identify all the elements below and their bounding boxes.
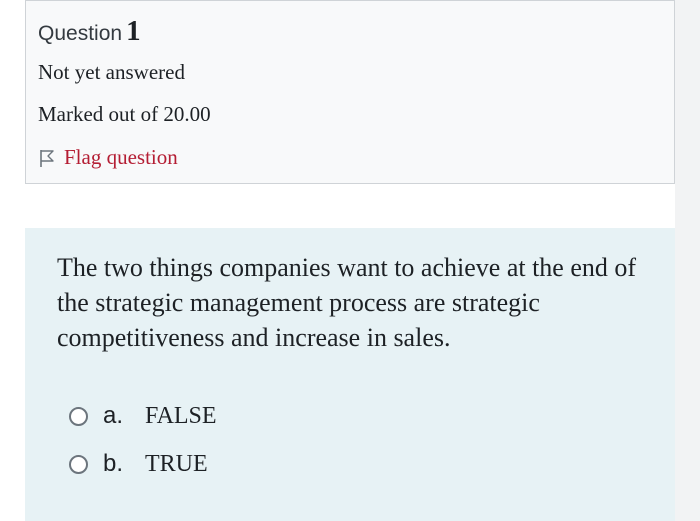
question-info-panel: Question 1 Not yet answered Marked out of… [25, 0, 675, 184]
question-state: Not yet answered [38, 60, 185, 84]
answer-option-a[interactable]: a. FALSE [69, 401, 217, 431]
flag-question-label: Flag question [64, 145, 178, 169]
answer-option-letter: a. [103, 402, 124, 429]
radio-button-a[interactable] [69, 406, 88, 426]
question-number: 1 [126, 15, 141, 47]
answer-option-letter: b. [103, 450, 124, 477]
flag-outline-icon [38, 148, 56, 168]
question-grade: Marked out of 20.00 [38, 102, 211, 126]
question-text: The two things companies want to achieve… [57, 253, 637, 352]
question-content-panel: The two things companies want to achieve… [25, 228, 675, 521]
quiz-page: Question 1 Not yet answered Marked out of… [0, 0, 700, 521]
question-label: Question [38, 22, 123, 45]
radio-button-b[interactable] [69, 454, 88, 474]
answer-option-b[interactable]: b. TRUE [69, 449, 208, 479]
answer-option-label: TRUE [145, 450, 208, 477]
question-number-heading: Question 1 [38, 15, 141, 48]
answer-option-label: FALSE [145, 402, 217, 429]
flag-question-link[interactable]: Flag question [38, 145, 178, 170]
page-edge [675, 0, 700, 521]
